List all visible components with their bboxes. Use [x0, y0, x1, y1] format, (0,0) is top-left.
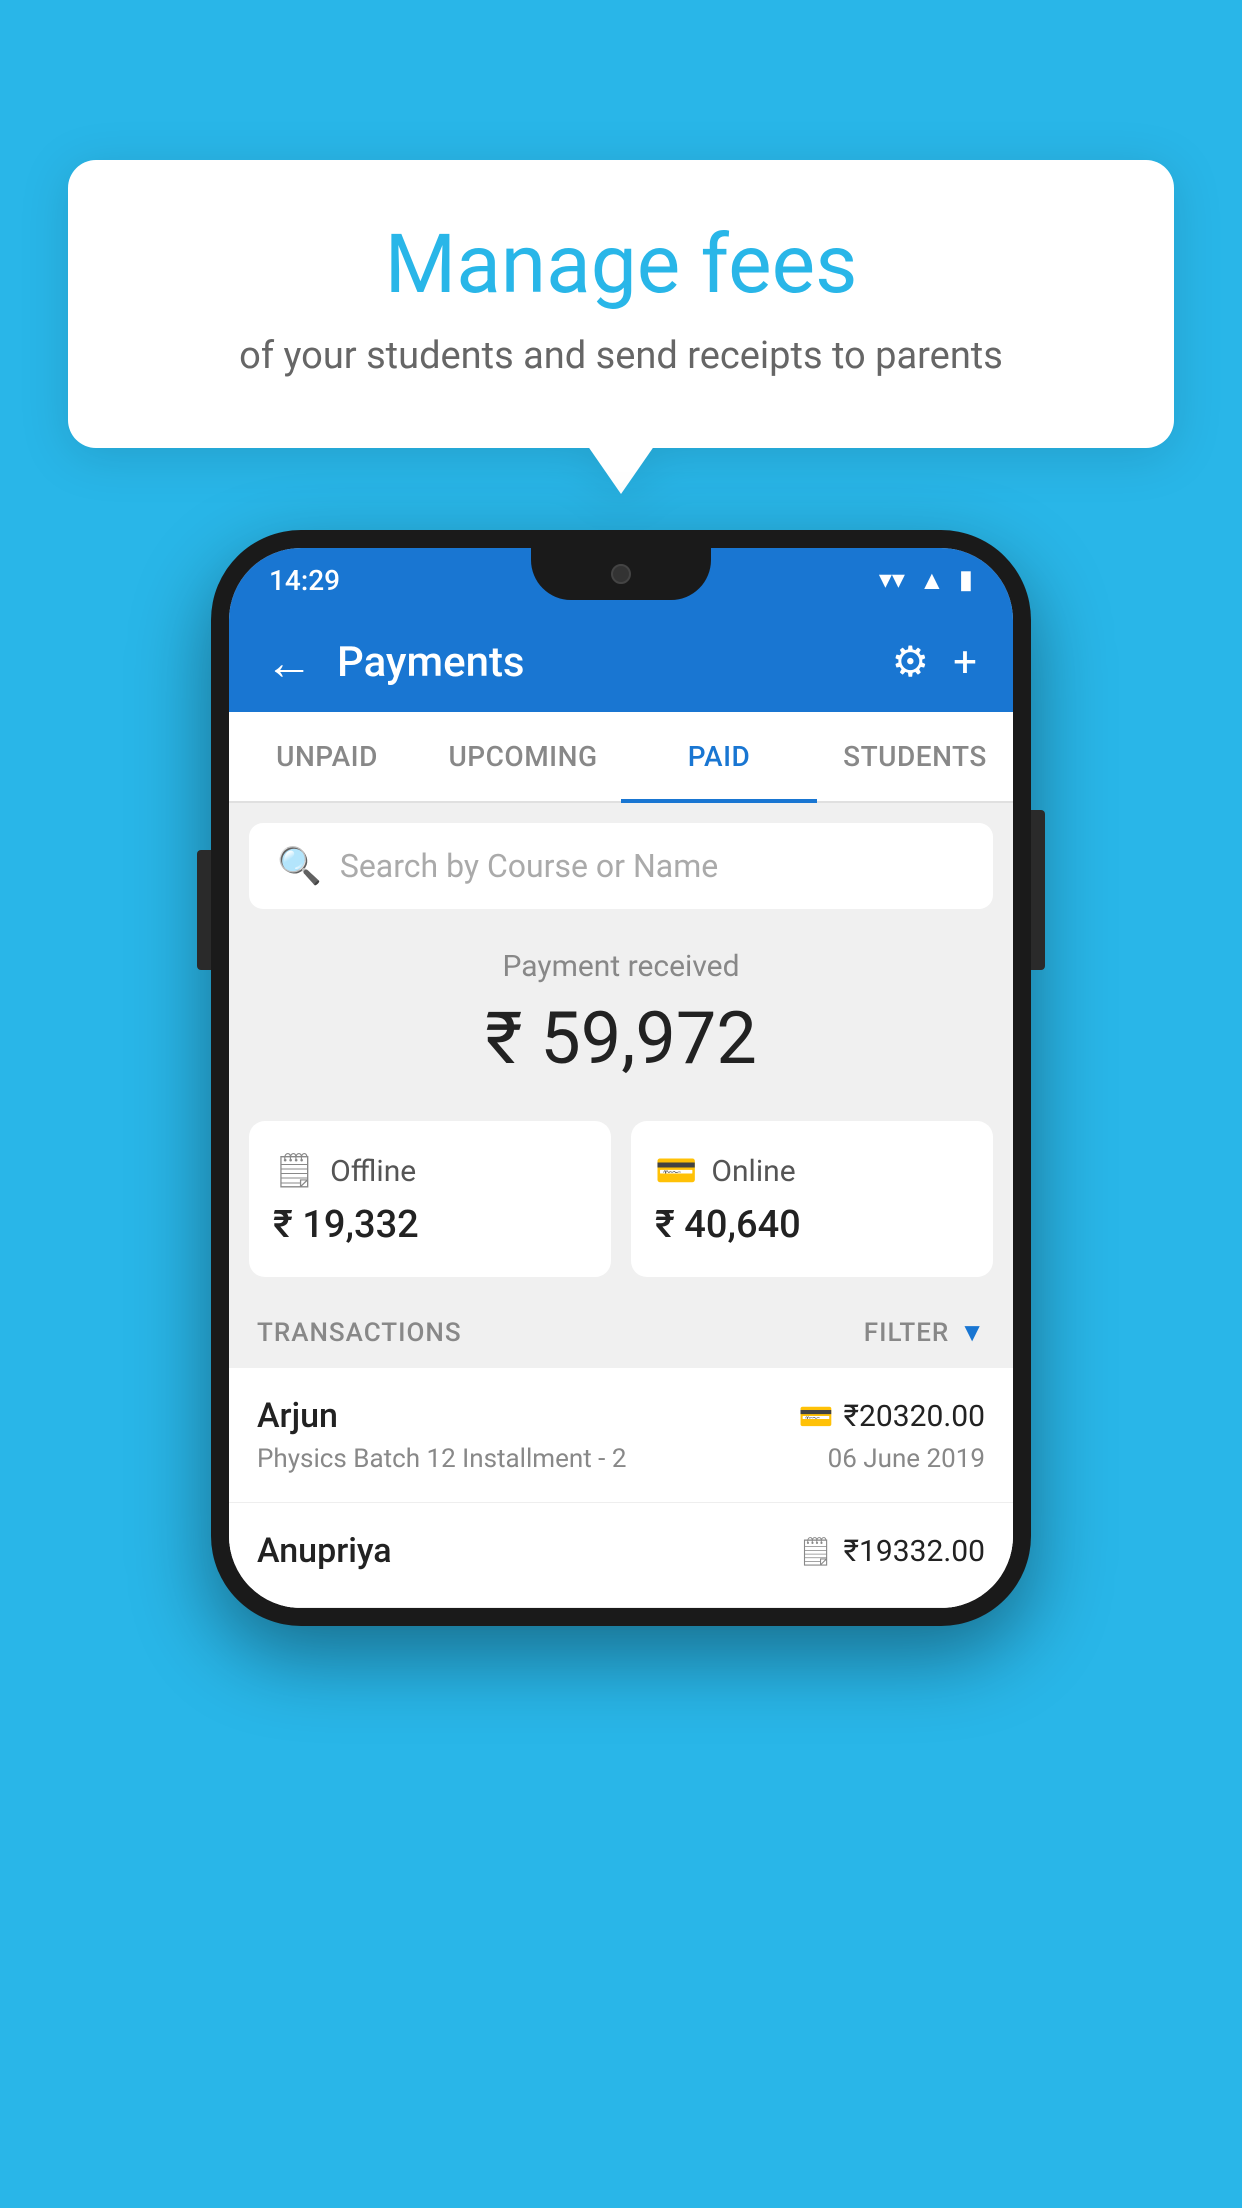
wifi-icon: ▾▾ [879, 565, 905, 595]
filter-icon: ▼ [959, 1317, 985, 1348]
app-bar: ← Payments ⚙ + [229, 612, 1013, 712]
transactions-label: TRANSACTIONS [257, 1318, 462, 1348]
offline-card-header: 🗒 Offline [273, 1151, 587, 1191]
search-bar[interactable]: 🔍 Search by Course or Name [249, 823, 993, 909]
online-icon: 💳 [655, 1151, 697, 1191]
tabs-bar: UNPAID UPCOMING PAID STUDENTS [229, 712, 1013, 803]
payment-amount: ₹ 59,972 [249, 996, 993, 1081]
status-icons: ▾▾ ▲ ▮ [879, 565, 973, 596]
tab-students[interactable]: STUDENTS [817, 712, 1013, 801]
transaction-arjun[interactable]: Arjun 💳 ₹20320.00 Physics Batch 12 Insta… [229, 1368, 1013, 1503]
transaction-arjun-amount-wrapper: 💳 ₹20320.00 [799, 1399, 985, 1434]
notch [531, 548, 711, 600]
status-time: 14:29 [269, 564, 340, 597]
add-button[interactable]: + [953, 638, 977, 687]
phone-outer: 14:29 ▾▾ ▲ ▮ ← Payments ⚙ + UNPAID UPCOM… [211, 530, 1031, 1626]
transactions-header: TRANSACTIONS FILTER ▼ [229, 1297, 1013, 1368]
transaction-anupriya-icon: 🗒 [798, 1535, 834, 1568]
online-amount: ₹ 40,640 [655, 1203, 969, 1247]
transaction-arjun-date: 06 June 2019 [828, 1444, 985, 1474]
battery-icon: ▮ [959, 565, 973, 595]
offline-label: Offline [330, 1154, 416, 1189]
filter-button[interactable]: FILTER ▼ [864, 1317, 985, 1348]
app-bar-title: Payments [337, 638, 868, 687]
signal-icon: ▲ [919, 565, 945, 596]
payment-cards-row: 🗒 Offline ₹ 19,332 💳 Online ₹ 40,640 [229, 1101, 1013, 1297]
status-bar: 14:29 ▾▾ ▲ ▮ [229, 548, 1013, 612]
payment-label: Payment received [249, 949, 993, 984]
transaction-arjun-bottom: Physics Batch 12 Installment - 2 06 June… [257, 1444, 985, 1474]
transaction-anupriya-amount: ₹19332.00 [844, 1534, 985, 1569]
search-icon: 🔍 [277, 845, 322, 887]
speech-bubble: Manage fees of your students and send re… [68, 160, 1174, 448]
transaction-arjun-icon: 💳 [799, 1400, 834, 1433]
settings-button[interactable]: ⚙ [892, 637, 930, 687]
transaction-arjun-name: Arjun [257, 1396, 338, 1436]
payment-summary: Payment received ₹ 59,972 [229, 909, 1013, 1101]
bubble-title: Manage fees [118, 220, 1124, 310]
filter-label: FILTER [864, 1318, 949, 1348]
phone-wrapper: 14:29 ▾▾ ▲ ▮ ← Payments ⚙ + UNPAID UPCOM… [211, 530, 1031, 1626]
transaction-anupriya-amount-wrapper: 🗒 ₹19332.00 [798, 1534, 985, 1569]
transaction-anupriya[interactable]: Anupriya 🗒 ₹19332.00 [229, 1503, 1013, 1608]
transaction-arjun-amount: ₹20320.00 [844, 1399, 985, 1434]
search-input[interactable]: Search by Course or Name [340, 847, 718, 885]
phone-screen: 14:29 ▾▾ ▲ ▮ ← Payments ⚙ + UNPAID UPCOM… [229, 548, 1013, 1608]
offline-card: 🗒 Offline ₹ 19,332 [249, 1121, 611, 1277]
bubble-subtitle: of your students and send receipts to pa… [118, 334, 1124, 378]
offline-icon: 🗒 [273, 1151, 316, 1191]
transaction-arjun-top: Arjun 💳 ₹20320.00 [257, 1396, 985, 1436]
offline-amount: ₹ 19,332 [273, 1203, 587, 1247]
tab-paid[interactable]: PAID [621, 712, 817, 801]
tab-upcoming[interactable]: UPCOMING [425, 712, 621, 801]
camera-dot [611, 564, 631, 584]
online-card: 💳 Online ₹ 40,640 [631, 1121, 993, 1277]
transaction-arjun-desc: Physics Batch 12 Installment - 2 [257, 1444, 626, 1474]
content-area: 🔍 Search by Course or Name Payment recei… [229, 823, 1013, 1608]
back-button[interactable]: ← [265, 634, 313, 691]
online-card-header: 💳 Online [655, 1151, 969, 1191]
transaction-anupriya-top: Anupriya 🗒 ₹19332.00 [257, 1531, 985, 1571]
tab-unpaid[interactable]: UNPAID [229, 712, 425, 801]
online-label: Online [711, 1154, 795, 1189]
transaction-anupriya-name: Anupriya [257, 1531, 392, 1571]
